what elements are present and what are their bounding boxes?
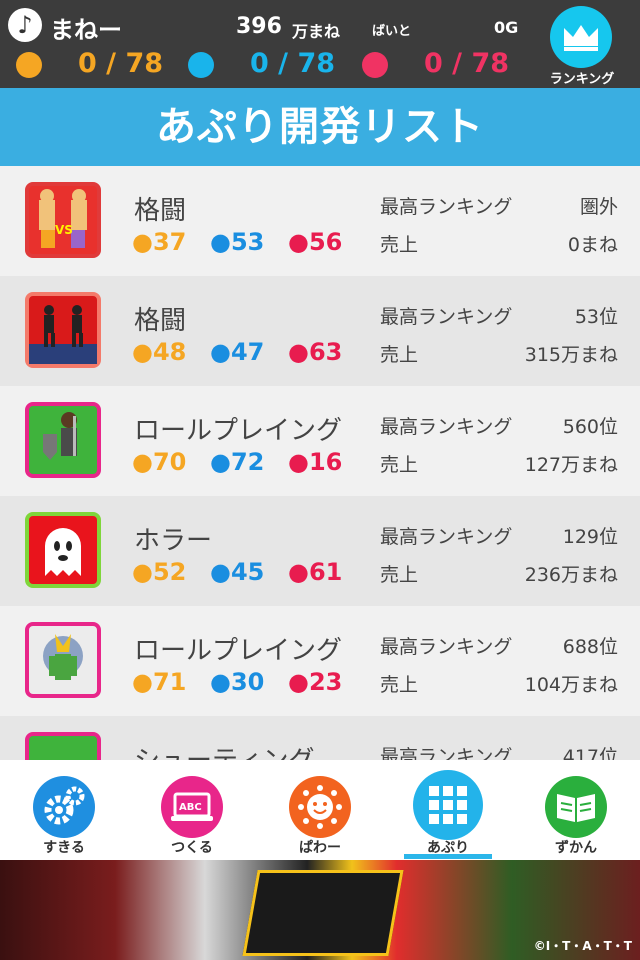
currency-name: まねー	[50, 16, 122, 44]
shooting-app-icon	[25, 732, 101, 760]
best-rank-value: 53位	[574, 306, 618, 328]
ranking-button[interactable]	[550, 6, 612, 68]
g-value: 0G	[494, 18, 519, 37]
page-title: あぷり開発リスト	[0, 88, 640, 166]
tab-sukiru[interactable]: すきる	[0, 760, 128, 860]
genre-label: シューティング	[134, 740, 314, 760]
boxing-app-icon: VS	[25, 182, 101, 258]
smiley-icon	[289, 776, 351, 838]
blue-stat-value: 0 / 78	[250, 48, 336, 79]
sales-value: 104万まね	[524, 674, 618, 696]
orange-score: ●48	[132, 338, 187, 366]
red-score: ●16	[288, 448, 343, 476]
best-rank-label: 最高ランキング	[380, 416, 513, 438]
genre-label: ホラー	[134, 526, 213, 556]
genre-label: ロールプレイング	[134, 636, 343, 666]
genre-label: 格闘	[134, 306, 187, 336]
tab-apuri[interactable]: あぷり	[384, 760, 512, 860]
sales-value: 315万まね	[524, 344, 618, 366]
banner-logo	[242, 870, 404, 956]
tab-label: つくる	[171, 840, 213, 856]
blue-score: ●53	[210, 228, 265, 256]
best-rank-value: 417位	[562, 746, 618, 760]
orange-score: ●37	[132, 228, 187, 256]
svg-text:ABC: ABC	[179, 802, 202, 813]
bottom-tab-bar: すきる ABC つくる ぱわー あぷり ずかん	[0, 760, 640, 860]
book-icon	[545, 776, 607, 838]
orange-dot-icon	[16, 52, 42, 78]
red-stat-value: 0 / 78	[424, 48, 510, 79]
tab-pawa[interactable]: ぱわー	[256, 760, 384, 860]
sales-value: 236万まね	[524, 564, 618, 586]
fighting-app-icon	[25, 292, 101, 368]
ranking-label[interactable]: ランキング	[540, 68, 624, 87]
orange-score: ●52	[132, 558, 187, 586]
list-item[interactable]: ロールプレイング ●71 ●30 ●23 最高ランキング 688位 売上 104…	[0, 606, 640, 716]
crown-icon	[564, 25, 598, 51]
best-rank-label: 最高ランキング	[380, 636, 513, 658]
blue-score: ●45	[210, 558, 265, 586]
app-grid-icon	[413, 770, 483, 840]
red-score: ●23	[288, 668, 343, 696]
laptop-abc-icon: ABC	[161, 776, 223, 838]
ghost-app-icon	[25, 512, 101, 588]
orange-score: ●70	[132, 448, 187, 476]
best-rank-label: 最高ランキング	[380, 306, 513, 328]
tab-tsukuru[interactable]: ABC つくる	[128, 760, 256, 860]
sales-label: 売上	[380, 674, 419, 696]
sales-label: 売上	[380, 344, 419, 366]
orange-score: ●71	[132, 668, 187, 696]
list-item[interactable]: シューティング 最高ランキング 417位	[0, 716, 640, 760]
list-item[interactable]: 格闘 ●48 ●47 ●63 最高ランキング 53位 売上 315万まね	[0, 276, 640, 386]
best-rank-label: 最高ランキング	[380, 746, 513, 760]
best-rank-value: 圏外	[579, 196, 618, 218]
tab-zukan[interactable]: ずかん	[512, 760, 640, 860]
red-dot-icon	[362, 52, 388, 78]
list-item[interactable]: ホラー ●52 ●45 ●61 最高ランキング 129位 売上 236万まね	[0, 496, 640, 606]
top-status-bar: ♪ まねー 396 万まね ばいと 0G 0 / 78 0 / 78 0 / 7…	[0, 0, 640, 88]
knight-app-icon	[25, 402, 101, 478]
best-rank-label: 最高ランキング	[380, 526, 513, 548]
money-unit: 万まね	[292, 22, 341, 41]
blue-score: ●30	[210, 668, 265, 696]
active-tab-indicator	[404, 854, 492, 859]
sales-label: 売上	[380, 454, 419, 476]
money-value: 396	[236, 14, 282, 39]
blue-dot-icon	[188, 52, 214, 78]
best-rank-label: 最高ランキング	[380, 196, 513, 218]
sales-label: 売上	[380, 564, 419, 586]
banner-copyright: ©I・T・A・T・T	[533, 939, 632, 953]
list-item[interactable]: VS 格闘 ●37 ●53 ●56 最高ランキング 圏外 売上 0まね	[0, 166, 640, 276]
warrior-app-icon	[25, 622, 101, 698]
svg-text:VS: VS	[55, 223, 73, 237]
baito-label: ばいと	[372, 24, 412, 39]
sales-value: 0まね	[567, 234, 618, 256]
orange-stat-value: 0 / 78	[78, 48, 164, 79]
best-rank-value: 688位	[562, 636, 618, 658]
ad-banner[interactable]: ©I・T・A・T・T	[0, 860, 640, 960]
app-list[interactable]: VS 格闘 ●37 ●53 ●56 最高ランキング 圏外 売上 0まね 格闘 ●…	[0, 166, 640, 760]
blue-score: ●72	[210, 448, 265, 476]
gears-icon	[33, 776, 95, 838]
red-score: ●63	[288, 338, 343, 366]
genre-label: ロールプレイング	[134, 416, 343, 446]
red-score: ●61	[288, 558, 343, 586]
blue-score: ●47	[210, 338, 265, 366]
tab-label: ぱわー	[299, 840, 341, 856]
best-rank-value: 129位	[562, 526, 618, 548]
tab-label: すきる	[43, 840, 85, 856]
tab-label: ずかん	[555, 840, 597, 856]
sales-value: 127万まね	[524, 454, 618, 476]
best-rank-value: 560位	[562, 416, 618, 438]
genre-label: 格闘	[134, 196, 187, 226]
sales-label: 売上	[380, 234, 419, 256]
music-note-icon[interactable]: ♪	[8, 8, 42, 42]
list-item[interactable]: ロールプレイング ●70 ●72 ●16 最高ランキング 560位 売上 127…	[0, 386, 640, 496]
red-score: ●56	[288, 228, 343, 256]
